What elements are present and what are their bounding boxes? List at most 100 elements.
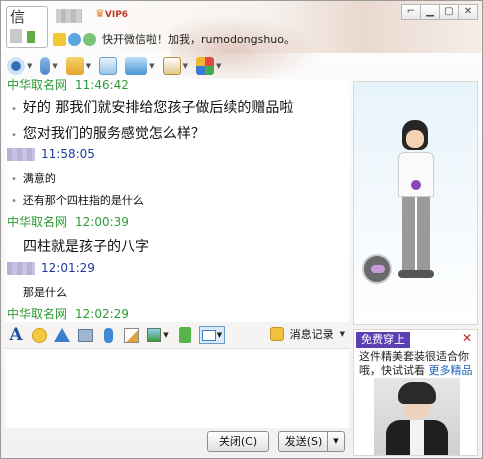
bullet-icon: • [11, 104, 17, 115]
message-header: 中华取名网 12:02:29 [7, 305, 129, 322]
show-figure-face [406, 130, 424, 148]
camera-icon [7, 57, 25, 75]
message-line: • 您对我们的服务感觉怎么样？ [11, 123, 205, 143]
shake-button[interactable] [53, 326, 71, 344]
mobile-icon[interactable] [83, 32, 96, 46]
vip-badge[interactable]: ♛VIP6 [95, 7, 128, 20]
message-line: • 还有那个四柱指的是什么 [11, 192, 144, 208]
create-group-button[interactable] [99, 57, 118, 75]
qzone-icon[interactable] [68, 32, 81, 46]
send-image-button[interactable]: ▼ [145, 326, 171, 344]
bullet-icon: • [11, 174, 17, 185]
crown-icon: ♛ [95, 7, 105, 20]
chevron-down-icon: ▼ [182, 62, 188, 70]
action-buttons: 关闭(C) 发送(S) ▼ [1, 431, 351, 457]
history-icon [269, 327, 284, 341]
chat-history[interactable]: 中华取名网 11:46:42 • 好的 那我们就安排给您孩子做后续的赠品啦 • 您对… [5, 79, 349, 322]
font-button[interactable]: A [7, 325, 25, 345]
message-input[interactable] [5, 348, 349, 428]
input-toolbar: A ▼ ▼ 消息记录 ▼ [5, 323, 349, 347]
gift-icon [179, 327, 191, 343]
star-icon[interactable] [53, 32, 66, 46]
avatar[interactable]: 信 [6, 6, 48, 48]
minimize-button[interactable]: ▁ [420, 4, 440, 20]
message-time: 12:00:39 [75, 214, 129, 229]
avatar-device-icon [10, 29, 22, 43]
ad-tag[interactable]: 免费穿上 [356, 332, 410, 348]
close-window-button[interactable]: ✕ [458, 4, 478, 20]
bullet-icon: • [11, 196, 17, 207]
ad-panel[interactable]: 免费穿上 ✕ 这件精美套装很适合你哦，快试试看 更多精品 [353, 329, 478, 456]
vip-label: VIP6 [104, 10, 129, 20]
screen-record-button[interactable] [76, 326, 94, 344]
message-text: 好的 那我们就安排给您孩子做后续的赠品啦 [22, 100, 294, 116]
status-row: 快开微信啦！加我，rumodongshuo。 [53, 31, 295, 47]
message-header: 中华取名网 11:46:42 [7, 79, 129, 93]
scribble-button[interactable] [122, 326, 140, 344]
chevron-down-icon: ▼ [163, 331, 169, 339]
show-figure-shoes [398, 270, 434, 278]
message-time: 11:58:05 [41, 147, 95, 161]
chevron-down-icon: ▼ [216, 331, 223, 339]
sender-name-blurred [7, 147, 35, 161]
chat-window: 信 ♛VIP6 快开微信啦！加我，rumodongshuo。 ⌐ ▁ ▢ ✕ ▼… [0, 0, 483, 459]
show-figure-pants [402, 197, 430, 272]
video-call-button[interactable]: ▼ [7, 57, 32, 75]
close-ad-button[interactable]: ✕ [462, 331, 472, 345]
message-time: 12:01:29 [41, 261, 95, 275]
voice-message-button[interactable] [99, 326, 117, 344]
folder-icon [65, 57, 84, 75]
monitor-icon [125, 57, 148, 75]
message-header: 11:58:05 [7, 147, 95, 161]
sender-name-blurred [7, 261, 35, 275]
microphone-icon [103, 327, 113, 343]
signature-text: 快开微信啦！加我，rumodongshuo。 [102, 33, 296, 46]
chevron-down-icon: ▼ [27, 62, 33, 70]
picture-icon [162, 57, 181, 75]
message-line: 那是什么 [23, 284, 67, 300]
emoji-button[interactable] [30, 326, 48, 344]
maximize-button[interactable]: ▢ [439, 4, 459, 20]
top-toolbar: ▼ ▼ ▼ ▼ ▼ ▼ [1, 53, 482, 79]
message-line: • 好的 那我们就安排给您孩子做后续的赠品啦 [11, 97, 293, 117]
ad-text: 这件精美套装很适合你哦，快试试看 更多精品 [359, 350, 477, 378]
voice-call-button[interactable]: ▼ [40, 57, 58, 75]
bullet-icon: • [11, 130, 17, 141]
ad-model-hair [398, 382, 436, 404]
send-options-button[interactable]: ▼ [327, 431, 345, 452]
window-controls: ⌐ ▁ ▢ ✕ [401, 4, 478, 20]
screenshot-button[interactable]: ▼ [199, 326, 225, 344]
remote-assist-button[interactable]: ▼ [125, 57, 155, 75]
contact-name-blurred [56, 9, 82, 23]
close-button[interactable]: 关闭(C) [207, 431, 269, 452]
restore-button[interactable]: ⌐ [401, 4, 421, 20]
message-text: 您对我们的服务感觉怎么样？ [22, 126, 205, 142]
message-history-button[interactable]: 消息记录 ▼ [269, 326, 345, 342]
ad-more-link[interactable]: 更多精品 [429, 364, 473, 377]
screenshot-icon [201, 329, 216, 341]
ad-model-shirt [410, 420, 424, 455]
chevron-down-icon: ▼ [149, 62, 155, 70]
avatar-text: 信 [10, 8, 26, 26]
ad-model-photo[interactable] [374, 378, 460, 455]
gift-button[interactable] [176, 326, 194, 344]
chevron-down-icon: ▼ [85, 62, 92, 70]
show-figure-logo [411, 180, 421, 190]
avatar-show-panel[interactable] [353, 81, 478, 325]
show-figure-shirt [398, 152, 434, 197]
microphone-icon [40, 57, 51, 75]
sender-name: 中华取名网 [7, 79, 68, 92]
message-time: 12:02:29 [75, 306, 129, 321]
dressing-button[interactable] [362, 254, 392, 284]
sender-name: 中华取名网 [7, 215, 68, 229]
chevron-down-icon: ▼ [52, 62, 58, 70]
message-time: 11:46:42 [75, 79, 129, 92]
header: 信 ♛VIP6 快开微信啦！加我，rumodongshuo。 ⌐ ▁ ▢ ✕ [1, 1, 482, 85]
message-line: • 满意的 [11, 170, 56, 186]
message-text: 满意的 [22, 172, 56, 185]
apps-button[interactable]: ▼ [195, 57, 221, 75]
send-button[interactable]: 发送(S) [278, 431, 328, 452]
send-file-button[interactable]: ▼ [65, 57, 92, 75]
share-screen-button[interactable]: ▼ [162, 57, 188, 75]
pencil-icon [123, 327, 139, 343]
